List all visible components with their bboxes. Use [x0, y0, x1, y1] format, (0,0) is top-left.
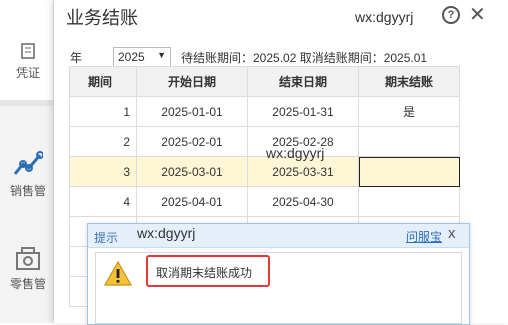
- header-period: 期间: [69, 66, 137, 97]
- voucher-icon: [21, 43, 35, 59]
- message-highlight: 取消期末结账成功: [146, 255, 270, 287]
- cell-start-date: 2025-01-01: [136, 96, 248, 127]
- header-period-closed: 期末结账: [358, 66, 460, 97]
- header-start-date: 开始日期: [136, 66, 248, 97]
- popup-close-icon[interactable]: x: [448, 225, 456, 242]
- help-icon[interactable]: ?: [442, 6, 460, 24]
- watermark: wx:dgyyrj: [355, 9, 414, 25]
- popup-title: 提示: [94, 231, 119, 245]
- chevron-down-icon: ▼: [157, 50, 166, 60]
- sidebar-item-sales[interactable]: 销售管: [0, 150, 56, 199]
- cell-period: 1: [69, 96, 137, 127]
- cell-period: 2: [69, 126, 137, 157]
- store-icon: [16, 247, 40, 270]
- table-row-selected[interactable]: 3 2025-03-01 2025-03-31: [69, 156, 460, 187]
- cell-end-date: 2025-04-30: [247, 186, 359, 217]
- table-row[interactable]: 2 2025-02-01 2025-02-28: [69, 126, 460, 157]
- cell-start-date: 2025-04-01: [136, 186, 248, 217]
- cell-end-date: 2025-03-31: [247, 156, 359, 187]
- table-row[interactable]: 1 2025-01-01 2025-01-31 是: [69, 96, 460, 127]
- popup-body: 取消期末结账成功: [95, 252, 462, 324]
- sidebar-label-retail: 零售管: [9, 277, 46, 291]
- dialog-title: 业务结账: [66, 8, 138, 28]
- cell-start-date: 2025-02-01: [136, 126, 248, 157]
- close-icon[interactable]: ✕: [469, 2, 486, 27]
- popup-header: 提示 wx:dgyyrj 问服宝 x: [88, 224, 469, 248]
- chart-icon: [13, 151, 43, 175]
- cell-period: 4: [69, 186, 137, 217]
- sidebar-label-sales: 销售管: [9, 184, 46, 198]
- cell-closed[interactable]: [358, 156, 460, 187]
- cell-closed[interactable]: [358, 186, 460, 217]
- sidebar-item-voucher[interactable]: 凭证: [0, 42, 56, 81]
- period-info: 待结账期间：2025.02 取消结账期间：2025.01: [181, 51, 428, 65]
- watermark: wx:dgyyrj: [266, 145, 325, 161]
- table-header-row: 期间 开始日期 结束日期 期末结账: [69, 66, 460, 97]
- year-select[interactable]: 2025 ▼: [113, 47, 171, 67]
- help-service-link[interactable]: 问服宝: [406, 228, 442, 245]
- watermark: wx:dgyyrj: [137, 225, 196, 241]
- message-popup: 提示 wx:dgyyrj 问服宝 x 取消期末结账成功: [87, 223, 470, 325]
- cell-start-date: 2025-03-01: [136, 156, 248, 187]
- cell-closed[interactable]: 是: [358, 96, 460, 127]
- cell-period: 3: [69, 156, 137, 187]
- popup-message: 取消期末结账成功: [156, 266, 253, 280]
- year-value: 2025: [118, 50, 145, 64]
- header-end-date: 结束日期: [247, 66, 359, 97]
- cell-end-date: 2025-01-31: [247, 96, 359, 127]
- dialog-header: 业务结账 ? ✕: [54, 0, 508, 30]
- cell-closed[interactable]: [358, 126, 460, 157]
- table-row[interactable]: 4 2025-04-01 2025-04-30: [69, 186, 460, 217]
- sidebar-item-retail[interactable]: 零售管: [0, 245, 56, 292]
- warning-icon: [104, 261, 132, 286]
- sidebar-label-voucher: 凭证: [15, 66, 40, 80]
